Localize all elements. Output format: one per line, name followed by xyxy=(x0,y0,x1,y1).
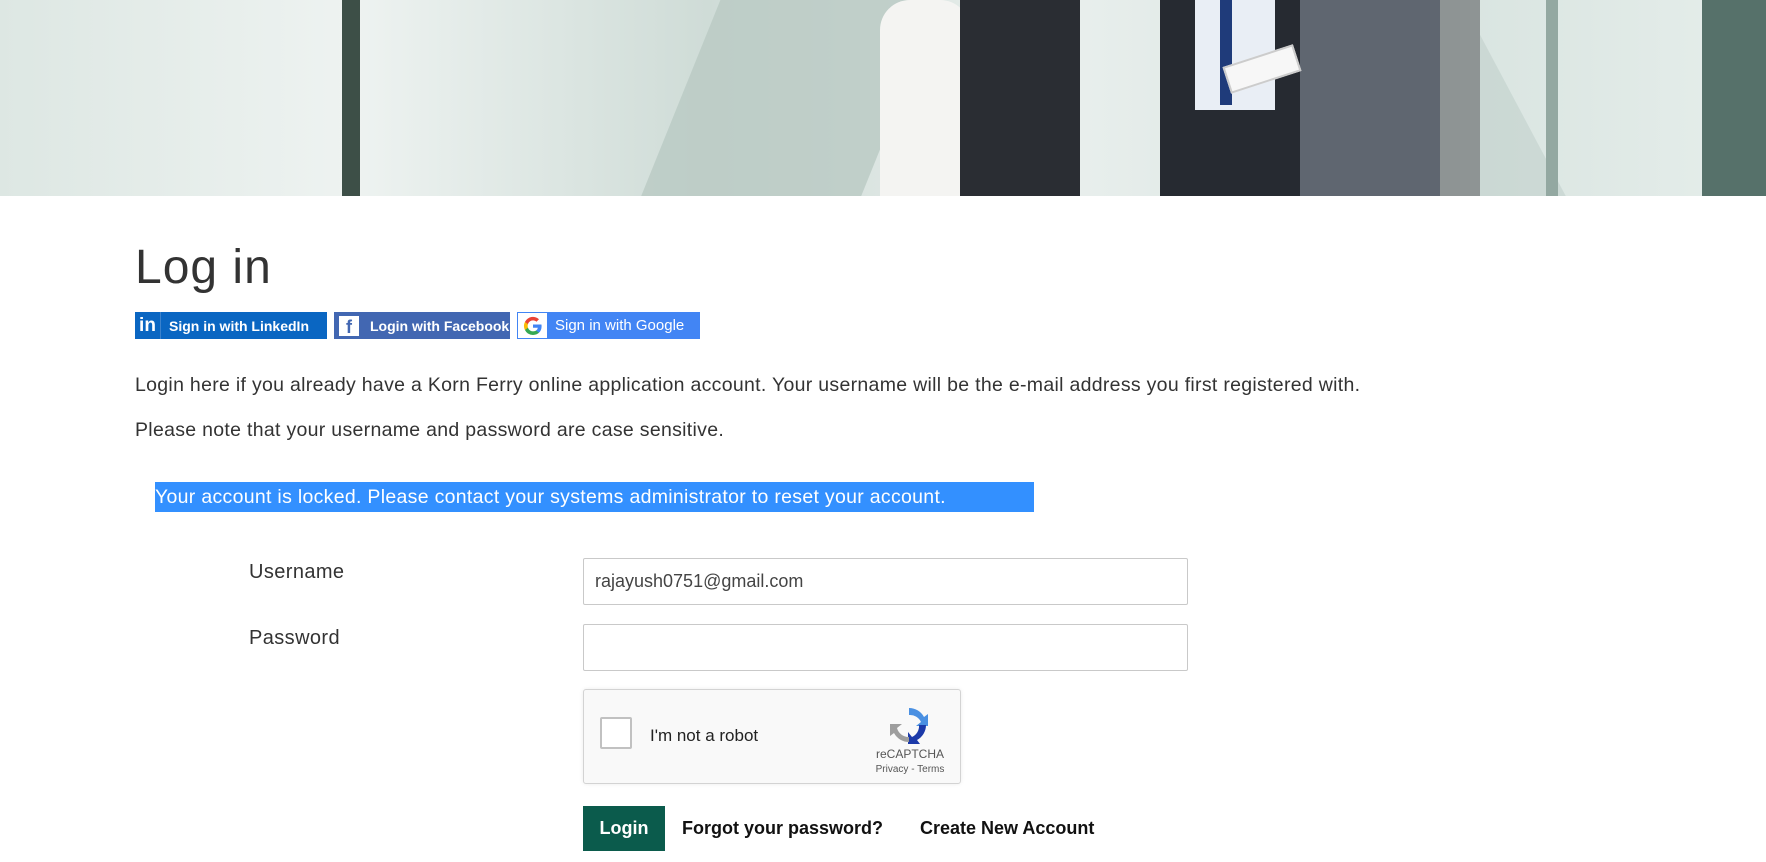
google-sign-in-button[interactable]: Sign in with Google xyxy=(517,312,700,339)
username-label: Username xyxy=(249,561,345,583)
intro-text: Login here if you already have a Korn Fe… xyxy=(135,374,1361,396)
login-button[interactable]: Login xyxy=(583,806,665,851)
username-input[interactable] xyxy=(583,558,1188,605)
recaptcha-widget: I'm not a robot reCAPTCHA Privacy - Term… xyxy=(583,689,961,784)
facebook-login-button[interactable]: f Login with Facebook xyxy=(334,312,510,339)
password-label: Password xyxy=(249,627,341,649)
recaptcha-privacy-terms-link[interactable]: Privacy - Terms xyxy=(866,764,954,775)
linkedin-sign-in-button[interactable]: in Sign in with LinkedIn xyxy=(135,312,327,339)
password-input[interactable] xyxy=(583,624,1188,671)
google-icon xyxy=(518,313,547,338)
recaptcha-logo-icon xyxy=(890,708,928,744)
facebook-login-label: Login with Facebook xyxy=(370,317,510,334)
page-title: Log in xyxy=(135,241,272,294)
google-sign-in-label: Sign in with Google xyxy=(555,317,685,334)
forgot-password-link[interactable]: Forgot your password? xyxy=(682,818,883,839)
linkedin-sign-in-label: Sign in with LinkedIn xyxy=(169,317,309,334)
recaptcha-checkbox[interactable] xyxy=(600,717,632,749)
recaptcha-brand: reCAPTCHA xyxy=(875,747,944,761)
hero-banner-image xyxy=(0,0,1766,196)
account-locked-alert: Your account is locked. Please contact y… xyxy=(155,482,1034,512)
create-account-link[interactable]: Create New Account xyxy=(920,818,1094,839)
facebook-icon: f xyxy=(336,312,362,339)
recaptcha-label: I'm not a robot xyxy=(650,726,759,745)
case-sensitivity-note: Please note that your username and passw… xyxy=(135,419,725,441)
linkedin-icon: in xyxy=(135,312,161,339)
